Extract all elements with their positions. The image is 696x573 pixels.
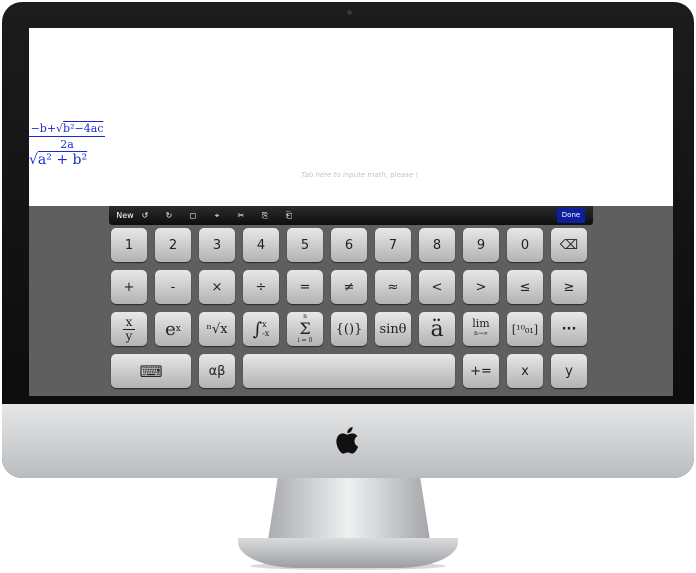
hypotenuse-formula[interactable]: √a² + b² bbox=[29, 152, 87, 168]
key-fraction[interactable]: xy bbox=[111, 312, 147, 346]
quadratic-numerator: −b+√b²−4ac bbox=[29, 122, 105, 137]
key-plus[interactable]: + bbox=[111, 270, 147, 304]
editor-toolbar: New ↺ ↻ ◻ ⌖ ✂ ⎘ ⎗ Done bbox=[109, 206, 593, 225]
key-limit[interactable]: lim n→∞ bbox=[463, 312, 499, 346]
key-exponential[interactable]: ex bbox=[155, 312, 191, 346]
done-button[interactable]: Done bbox=[557, 208, 585, 223]
key-multiply[interactable]: × bbox=[199, 270, 235, 304]
key-7[interactable]: 7 bbox=[375, 228, 411, 262]
redo-icon[interactable]: ↻ bbox=[161, 206, 177, 225]
undo-icon[interactable]: ↺ bbox=[137, 206, 153, 225]
key-6[interactable]: 6 bbox=[331, 228, 367, 262]
key-more[interactable]: ··· bbox=[551, 312, 587, 346]
imac-chin bbox=[2, 404, 694, 478]
key-summation[interactable]: n Σ i = 0 bbox=[287, 312, 323, 346]
imac-base bbox=[238, 538, 458, 568]
key-equals[interactable]: = bbox=[287, 270, 323, 304]
key-divide[interactable]: ÷ bbox=[243, 270, 279, 304]
key-approx[interactable]: ≈ bbox=[375, 270, 411, 304]
key-accent[interactable]: ä bbox=[419, 312, 455, 346]
imac-frame: −b+√b²−4ac 2a √a² + b² Tab here to input… bbox=[2, 2, 694, 478]
key-minus[interactable]: - bbox=[155, 270, 191, 304]
key-1[interactable]: 1 bbox=[111, 228, 147, 262]
key-matrix[interactable]: [¹⁰₀₁] bbox=[507, 312, 543, 346]
key-x[interactable]: x bbox=[507, 354, 543, 388]
key-9[interactable]: 9 bbox=[463, 228, 499, 262]
paste-icon[interactable]: ⎗ bbox=[281, 206, 297, 225]
key-4[interactable]: 4 bbox=[243, 228, 279, 262]
key-braces[interactable]: {()} bbox=[331, 312, 367, 346]
select-icon[interactable]: ◻ bbox=[185, 206, 201, 225]
apple-icon bbox=[336, 427, 359, 454]
cut-icon[interactable]: ✂ bbox=[233, 206, 249, 225]
key-not-equal[interactable]: ≠ bbox=[331, 270, 367, 304]
key-y[interactable]: y bbox=[551, 354, 587, 388]
key-greek[interactable]: αβ bbox=[199, 354, 235, 388]
copy-icon[interactable]: ⎘ bbox=[257, 206, 273, 225]
key-greater-equal[interactable]: ≥ bbox=[551, 270, 587, 304]
new-button[interactable]: New bbox=[115, 206, 135, 225]
key-plus-equals[interactable]: += bbox=[463, 354, 499, 388]
key-space[interactable] bbox=[243, 354, 455, 388]
math-keyboard: New ↺ ↻ ◻ ⌖ ✂ ⎘ ⎗ Done 1 2 3 4 5 6 7 8 9… bbox=[29, 206, 673, 396]
key-2[interactable]: 2 bbox=[155, 228, 191, 262]
input-placeholder[interactable]: Tab here to inpute math, please ! bbox=[301, 171, 418, 179]
key-5[interactable]: 5 bbox=[287, 228, 323, 262]
keyboard-icon[interactable]: ⌨ bbox=[111, 354, 191, 388]
quadratic-denominator: 2a bbox=[60, 138, 74, 151]
key-less-than[interactable]: < bbox=[419, 270, 455, 304]
key-less-equal[interactable]: ≤ bbox=[507, 270, 543, 304]
key-trig[interactable]: sinθ bbox=[375, 312, 411, 346]
cursor-icon[interactable]: ⌖ bbox=[209, 206, 225, 225]
backspace-icon[interactable]: ⌫ bbox=[551, 228, 587, 262]
key-3[interactable]: 3 bbox=[199, 228, 235, 262]
key-greater-than[interactable]: > bbox=[463, 270, 499, 304]
key-0[interactable]: 0 bbox=[507, 228, 543, 262]
key-nth-root[interactable]: ⁿ√x bbox=[199, 312, 235, 346]
quadratic-formula[interactable]: −b+√b²−4ac 2a bbox=[29, 122, 105, 151]
key-8[interactable]: 8 bbox=[419, 228, 455, 262]
camera bbox=[347, 10, 352, 15]
key-integral[interactable]: ∫ x -x bbox=[243, 312, 279, 346]
imac-stand bbox=[268, 478, 430, 540]
screen: −b+√b²−4ac 2a √a² + b² Tab here to input… bbox=[29, 28, 673, 396]
